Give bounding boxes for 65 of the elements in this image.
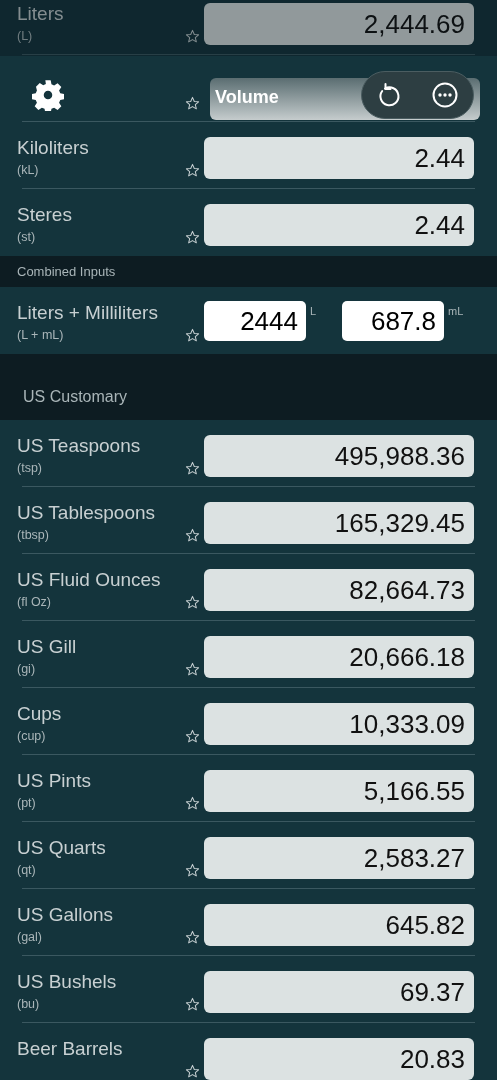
star-icon[interactable]: [185, 461, 200, 476]
value-field[interactable]: 2.44: [204, 204, 474, 246]
star-icon[interactable]: [185, 163, 200, 178]
value-field[interactable]: 5,166.55: [204, 770, 474, 812]
star-icon[interactable]: [185, 729, 200, 744]
unit-suffix: mL: [448, 305, 465, 317]
unit-name: US Tablespoons: [17, 501, 157, 525]
unit-symbol: (L + mL): [17, 327, 65, 344]
star-icon[interactable]: [185, 1064, 200, 1079]
unit-symbol: (bu): [17, 996, 41, 1013]
value-field[interactable]: 645.82: [204, 904, 474, 946]
more-button[interactable]: [431, 81, 460, 109]
unit-name: Steres: [17, 203, 73, 227]
value-field[interactable]: 495,988.36: [204, 435, 474, 477]
section-header: US Customary: [0, 354, 497, 420]
unit-symbol: (tbsp): [17, 527, 50, 544]
page-title: Volume: [215, 87, 279, 108]
unit-name: US Fluid Ounces: [17, 568, 162, 592]
unit-name: Liters + Milliliters: [17, 301, 159, 325]
unit-symbol: (gi): [17, 661, 37, 678]
star-icon[interactable]: [185, 328, 200, 343]
unit-name: US Quarts: [17, 836, 107, 860]
settings-icon: [32, 79, 64, 111]
unit-symbol: (cup): [17, 728, 47, 745]
unit-symbol: (L): [17, 28, 34, 45]
value-field[interactable]: 2444: [204, 301, 306, 341]
value-field[interactable]: 69.37: [204, 971, 474, 1013]
star-icon[interactable]: [185, 595, 200, 610]
value-field[interactable]: 687.8: [342, 301, 444, 341]
unit-symbol: (tsp): [17, 460, 43, 477]
unit-symbol: (gal): [17, 929, 43, 946]
star-icon[interactable]: [185, 96, 200, 111]
star-icon[interactable]: [185, 997, 200, 1012]
value-field[interactable]: 2,583.27: [204, 837, 474, 879]
value-field[interactable]: 20,666.18: [204, 636, 474, 678]
unit-name: US Gill: [17, 635, 78, 659]
more-icon: [431, 81, 460, 109]
value-field[interactable]: 82,664.73: [204, 569, 474, 611]
unit-name: Cups: [17, 702, 63, 726]
value-field[interactable]: 2.44: [204, 137, 474, 179]
unit-symbol: (qt): [17, 862, 37, 879]
star-icon[interactable]: [185, 662, 200, 677]
star-icon[interactable]: [185, 863, 200, 878]
star-icon[interactable]: [185, 29, 200, 44]
unit-symbol: (st): [17, 229, 37, 246]
unit-symbol: (pt): [17, 795, 37, 812]
section-header: Combined Inputs: [0, 256, 497, 287]
unit-name: Kiloliters: [17, 136, 90, 160]
value-field[interactable]: 10,333.09: [204, 703, 474, 745]
unit-name: US Bushels: [17, 970, 118, 994]
unit-symbol: (fl Oz): [17, 594, 53, 611]
unit-symbol: (kL): [17, 162, 40, 179]
value-field[interactable]: 165,329.45: [204, 502, 474, 544]
star-icon[interactable]: [185, 528, 200, 543]
unit-name: Liters: [17, 2, 65, 26]
value-field[interactable]: 20.83: [204, 1038, 474, 1080]
value-field[interactable]: 2,444.69: [204, 3, 474, 45]
unit-suffix: L: [310, 305, 318, 317]
star-icon[interactable]: [185, 930, 200, 945]
unit-name: US Pints: [17, 769, 92, 793]
star-icon[interactable]: [185, 796, 200, 811]
unit-name: Beer Barrels: [17, 1037, 124, 1061]
unit-name: US Teaspoons: [17, 434, 142, 458]
unit-name: US Gallons: [17, 903, 115, 927]
star-icon[interactable]: [185, 230, 200, 245]
